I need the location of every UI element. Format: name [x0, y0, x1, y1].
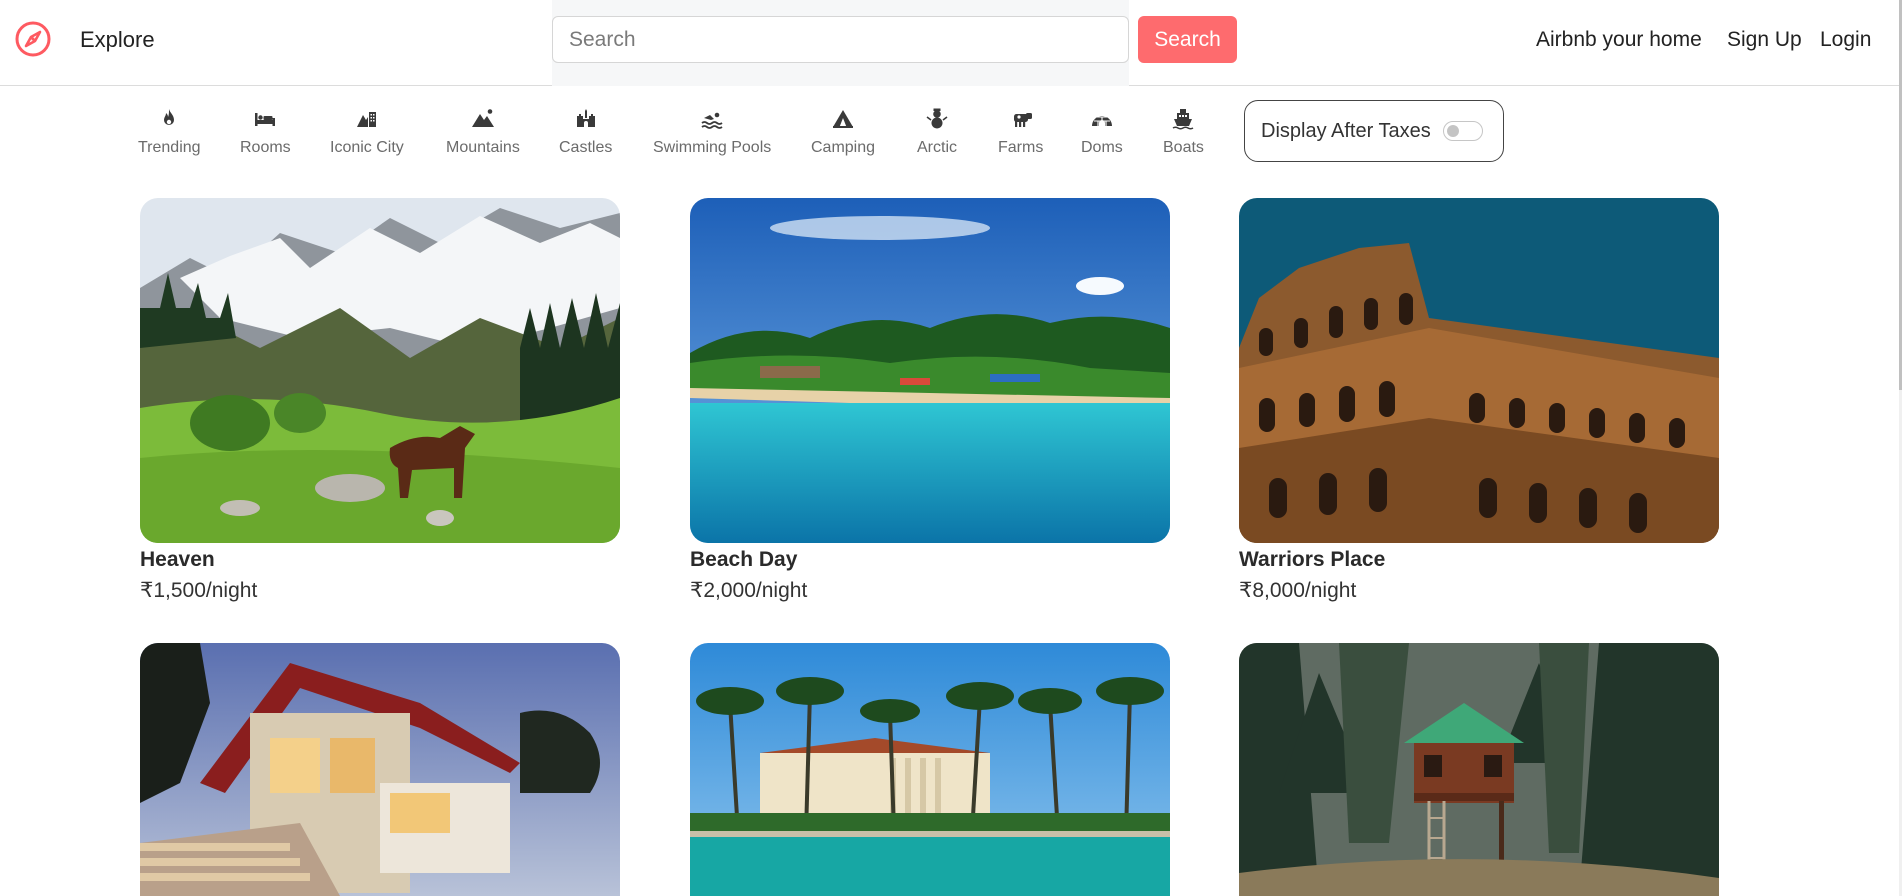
- mountain-meadow-horse-photo: [140, 198, 620, 543]
- listing-title: Heaven: [140, 548, 215, 571]
- tax-toggle-label: Display After Taxes: [1261, 119, 1431, 142]
- mountain-icon: [470, 106, 496, 132]
- filter-label: Trending: [138, 139, 201, 156]
- filter-label: Swimming Pools: [653, 139, 772, 156]
- treehouse-forest-photo: [1239, 643, 1719, 896]
- listing-card-mansion[interactable]: [690, 643, 1170, 896]
- filter-label: Castles: [559, 139, 613, 156]
- fire-icon: [156, 106, 182, 132]
- display-after-taxes-toggle[interactable]: Display After Taxes: [1244, 100, 1504, 162]
- swimmer-icon: [699, 106, 725, 132]
- search-button[interactable]: Search: [1138, 16, 1237, 63]
- filter-label: Arctic: [917, 139, 957, 156]
- filter-arctic[interactable]: Arctic: [917, 106, 957, 160]
- filter-castles[interactable]: Castles: [559, 106, 612, 160]
- compass-icon[interactable]: [14, 20, 52, 58]
- tax-switch[interactable]: [1442, 121, 1483, 141]
- listing-price: ₹1,500/night: [140, 579, 258, 602]
- login-link[interactable]: Login: [1820, 28, 1871, 52]
- filter-label: Boats: [1163, 139, 1204, 156]
- tropical-beach-photo: [690, 198, 1170, 543]
- bed-icon: [252, 106, 278, 132]
- listing-card-villa[interactable]: [140, 643, 620, 896]
- filter-label: Iconic City: [330, 139, 404, 156]
- colosseum-photo: [1239, 198, 1719, 543]
- listing-card-beach-day[interactable]: Beach Day ₹2,000/night: [690, 198, 1170, 603]
- filter-boats[interactable]: Boats: [1163, 106, 1204, 160]
- switch-knob: [1446, 125, 1459, 137]
- listing-price: ₹8,000/night: [1239, 579, 1357, 602]
- filter-mountains[interactable]: Mountains: [446, 106, 520, 160]
- snowman-icon: [924, 106, 950, 132]
- filter-label: Mountains: [446, 139, 520, 156]
- filter-doms[interactable]: Doms: [1081, 106, 1123, 160]
- host-link[interactable]: Airbnb your home: [1536, 28, 1702, 52]
- explore-link[interactable]: Explore: [80, 27, 155, 53]
- filter-farms[interactable]: Farms: [998, 106, 1043, 160]
- filter-rooms[interactable]: Rooms: [240, 106, 291, 160]
- listing-card-warriors-place[interactable]: Warriors Place ₹8,000/night: [1239, 198, 1719, 603]
- listing-title: Beach Day: [690, 548, 798, 571]
- igloo-icon: [1089, 106, 1115, 132]
- navbar: Explore Search Airbnb your home Sign Up …: [0, 0, 1902, 86]
- city-icon: [354, 106, 380, 132]
- listing-card-heaven[interactable]: Heaven ₹1,500/night: [140, 198, 620, 603]
- search-input[interactable]: [552, 16, 1129, 63]
- filter-label: Camping: [811, 139, 876, 156]
- signup-link[interactable]: Sign Up: [1727, 28, 1802, 52]
- cow-icon: [1008, 106, 1034, 132]
- filter-label: Rooms: [240, 139, 291, 156]
- palm-mansion-photo: [690, 643, 1170, 896]
- castle-icon: [573, 106, 599, 132]
- modern-villa-photo: [140, 643, 620, 896]
- filter-trending[interactable]: Trending: [138, 106, 201, 160]
- filter-swimming-pools[interactable]: Swimming Pools: [653, 106, 771, 160]
- filter-label: Doms: [1081, 139, 1123, 156]
- listing-price: ₹2,000/night: [690, 579, 808, 602]
- filter-iconic-city[interactable]: Iconic City: [330, 106, 404, 160]
- filter-label: Farms: [998, 139, 1044, 156]
- listing-card-treehouse[interactable]: [1239, 643, 1719, 896]
- ship-icon: [1170, 106, 1196, 132]
- filter-camping[interactable]: Camping: [811, 106, 875, 160]
- tent-icon: [830, 106, 856, 132]
- listing-title: Warriors Place: [1239, 548, 1386, 571]
